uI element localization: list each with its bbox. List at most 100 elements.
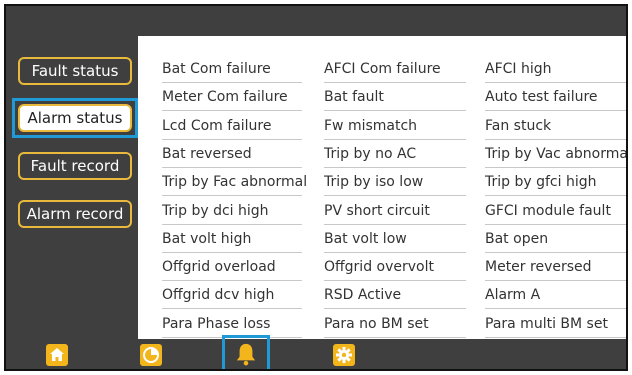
row-divider [485, 308, 626, 310]
alarm-item: Auto test failure [485, 84, 626, 112]
bell-icon[interactable] [235, 343, 257, 366]
row-divider [162, 82, 302, 83]
alarm-label: Bat fault [324, 89, 384, 106]
row-divider [162, 308, 302, 310]
alarm-status-screen: Fault status Alarm status Fault record A… [4, 4, 628, 371]
alarm-label: Para Phase loss [162, 315, 271, 332]
row-divider [324, 336, 466, 338]
alarm-label: Trip by Fac abnormal [162, 174, 308, 191]
alarm-label: RSD Active [324, 287, 402, 304]
row-divider [324, 223, 466, 225]
alarm-item: Trip by Vac abnormal [485, 141, 628, 168]
alarm-label: Bat volt low [324, 230, 407, 247]
row-divider [162, 280, 302, 282]
alarm-item: Offgrid overvolt [324, 254, 466, 282]
alarm-item: AFCI Com failure [324, 56, 466, 83]
row-divider [324, 195, 466, 197]
sidebar-item-label: Fault status [31, 62, 119, 80]
row-divider [485, 82, 626, 83]
alarm-label: Meter Com failure [162, 89, 288, 106]
alarm-label: GFCI module fault [485, 202, 611, 219]
row-divider [162, 110, 302, 112]
alarm-label: Lcd Com failure [162, 117, 272, 134]
row-divider [485, 166, 626, 168]
alarm-item: Trip by gfci high [485, 169, 626, 197]
alarm-item: Para no BM set [324, 311, 466, 338]
alarm-item: Fw mismatch [324, 113, 466, 140]
sidebar-item-label: Alarm status [27, 109, 123, 127]
alarm-item: RSD Active [324, 282, 466, 310]
row-divider [324, 251, 466, 253]
alarm-label: Trip by dci high [162, 202, 269, 219]
alarm-item: Meter reversed [485, 254, 626, 282]
row-divider [162, 138, 302, 140]
alarm-label: Trip by no AC [324, 145, 417, 162]
alarm-item: Trip by Fac abnormal [162, 169, 307, 197]
alarm-item: Bat reversed [162, 141, 302, 168]
alarm-label: Meter reversed [485, 259, 592, 276]
alarm-label: AFCI high [485, 61, 552, 77]
row-divider [485, 223, 626, 225]
row-divider [162, 195, 302, 197]
alarm-item: Trip by iso low [324, 169, 466, 197]
sidebar-item-fault-status[interactable]: Fault status [18, 57, 132, 85]
alarm-item: Bat Com failure [162, 56, 302, 83]
sidebar-item-fault-record[interactable]: Fault record [18, 152, 132, 180]
pie-chart-icon[interactable] [140, 344, 162, 366]
sidebar-item-alarm-record[interactable]: Alarm record [18, 200, 132, 228]
alarm-item: Para Phase loss [162, 311, 302, 338]
alarm-label: Offgrid dcv high [162, 287, 275, 304]
alarm-label: Fw mismatch [324, 117, 418, 134]
alarm-label: Bat volt high [162, 230, 252, 247]
row-divider [485, 251, 626, 253]
alarm-label: Offgrid overload [162, 259, 276, 276]
sidebar-item-alarm-status[interactable]: Alarm status [12, 98, 138, 138]
alarm-label: Trip by Vac abnormal [485, 145, 628, 162]
alarm-item: Bat fault [324, 84, 466, 112]
alarm-label: Alarm A [485, 287, 541, 304]
alarm-label: Bat open [485, 230, 549, 247]
row-divider [324, 280, 466, 282]
alarm-label: Para multi BM set [485, 315, 608, 332]
sidebar-item-label: Alarm record [26, 205, 124, 223]
home-icon[interactable] [46, 344, 68, 366]
alarm-item: Bat open [485, 226, 626, 253]
alarm-label: Auto test failure [485, 89, 598, 106]
alarm-item: Trip by dci high [162, 198, 302, 225]
alarm-label: Trip by gfci high [485, 174, 597, 191]
row-divider [324, 110, 466, 112]
row-divider [162, 166, 302, 168]
alarm-label: Bat Com failure [162, 61, 271, 77]
alarm-label: Offgrid overvolt [324, 259, 434, 276]
alarm-label: AFCI Com failure [324, 61, 441, 77]
row-divider [324, 166, 466, 168]
alarm-item: Trip by no AC [324, 141, 466, 168]
alarm-item: Fan stuck [485, 113, 626, 140]
alarm-label: Para no BM set [324, 315, 429, 332]
alarm-label: PV short circuit [324, 202, 430, 219]
row-divider [485, 110, 626, 112]
alarm-label: Trip by iso low [324, 174, 424, 191]
alarm-label: Fan stuck [485, 117, 552, 134]
row-divider [485, 195, 626, 197]
row-divider [324, 308, 466, 310]
sidebar-item-label: Fault record [30, 157, 120, 175]
row-divider [485, 336, 626, 338]
alarm-item: PV short circuit [324, 198, 466, 225]
row-divider [485, 280, 626, 282]
alarm-label: Bat reversed [162, 145, 252, 162]
alarm-item: GFCI module fault [485, 198, 626, 225]
row-divider [485, 138, 626, 140]
alarm-item: Offgrid dcv high [162, 282, 302, 310]
alarm-item: Bat volt high [162, 226, 302, 253]
alarm-item: Bat volt low [324, 226, 466, 253]
alarm-item: Meter Com failure [162, 84, 302, 112]
alarm-list-panel: Bat Com failure AFCI Com failure AFCI high… [138, 36, 628, 339]
alarm-item: Para multi BM set [485, 311, 626, 338]
row-divider [324, 82, 466, 83]
alarm-item: Lcd Com failure [162, 113, 302, 140]
gear-icon[interactable] [333, 344, 355, 366]
row-divider [162, 251, 302, 253]
row-divider [324, 138, 466, 140]
alarm-item: Offgrid overload [162, 254, 302, 282]
